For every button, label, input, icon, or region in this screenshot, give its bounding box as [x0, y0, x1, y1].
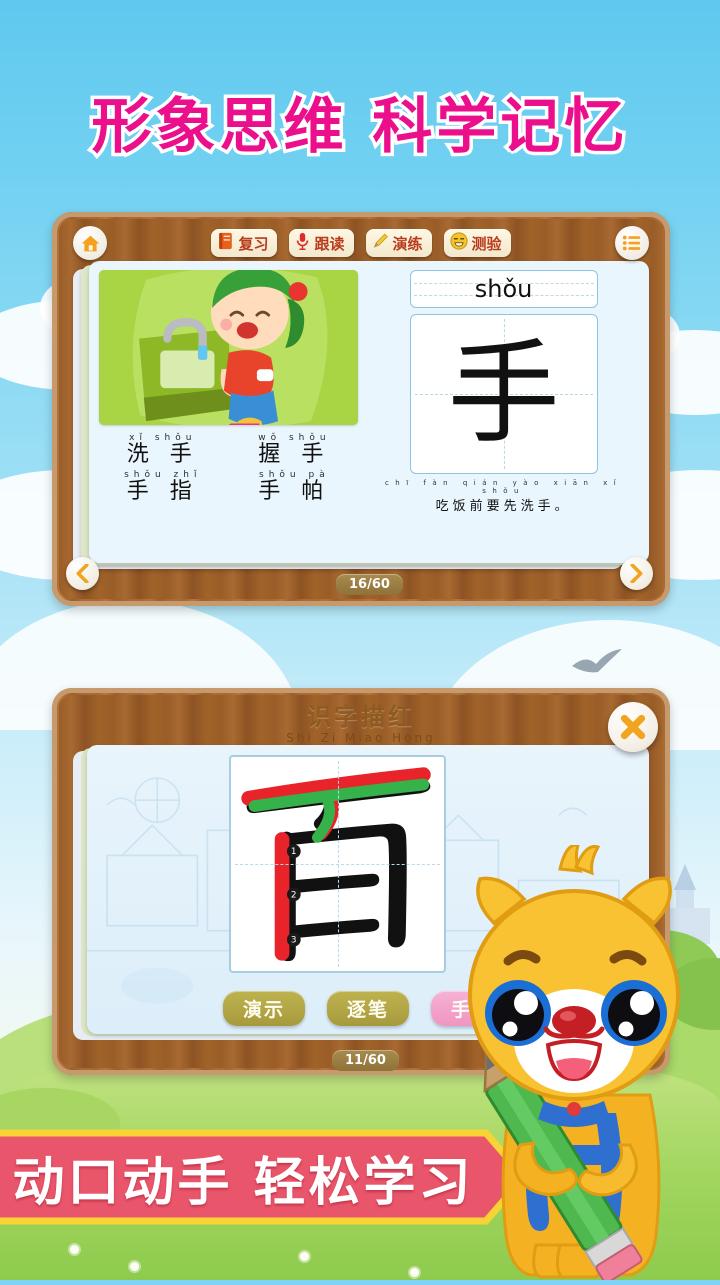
- pinyin-text: shǒu: [474, 275, 533, 303]
- tool-button-review[interactable]: 复习: [211, 229, 278, 257]
- study-tool-buttons: 复习 跟读 演练 测验: [107, 229, 615, 257]
- trace-page-counter: 11/60: [332, 1050, 399, 1071]
- demo-button[interactable]: 演示: [222, 991, 305, 1026]
- study-card-stack: xǐ shǒu 洗 手 wǒ shǒu 握 手 shǒu zhǐ 手 指 shǒ…: [73, 261, 649, 573]
- sentence-pinyin: chī fàn qián yào xiān xǐ shǒu: [384, 479, 623, 495]
- study-panel-inner: 复习 跟读 演练 测验 xǐ shǒu 洗 手 wǒ shǒu 握 手 shǒu…: [59, 219, 663, 599]
- study-toolbar: 复习 跟读 演练 测验: [59, 219, 663, 267]
- trace-title-cn: 识字描红: [307, 703, 415, 731]
- stroke-by-stroke-button[interactable]: 逐笔: [326, 991, 409, 1026]
- close-x-icon[interactable]: [608, 702, 658, 752]
- example-sentence: chī fàn qián yào xiān xǐ shǒu 吃饭前要先洗手。: [368, 479, 639, 514]
- book-icon: [217, 232, 234, 254]
- sentence-hanzi: 吃饭前要先洗手。: [435, 499, 572, 514]
- tool-button-quiz-label: 测验: [471, 234, 502, 253]
- vocab-hanzi: 手 指: [126, 479, 199, 505]
- trace-title-pinyin: Shi Zi Miao Hong: [286, 731, 436, 745]
- page-title-top: 形象思维 科学记忆: [88, 89, 629, 166]
- study-card-right: shǒu 手 chī fàn qián yào xiān xǐ shǒu 吃饭前…: [358, 270, 639, 554]
- study-card-left: xǐ shǒu 洗 手 wǒ shǒu 握 手 shǒu zhǐ 手 指 shǒ…: [99, 270, 359, 554]
- girl-washing-hands-illustration: [99, 270, 359, 425]
- prev-page-arrow-icon[interactable]: [66, 557, 99, 590]
- list-menu-icon[interactable]: [615, 226, 649, 260]
- smiley-face-icon: [449, 232, 468, 254]
- tool-button-practice[interactable]: 演练: [365, 229, 432, 257]
- svg-text:1: 1: [291, 847, 297, 857]
- daisy-2: [130, 1262, 139, 1271]
- home-icon[interactable]: [73, 226, 107, 260]
- character-display-box[interactable]: 手: [409, 314, 598, 474]
- target-character: 手: [447, 329, 560, 459]
- tool-button-quiz[interactable]: 测验: [443, 229, 511, 257]
- study-panel: 复习 跟读 演练 测验 xǐ shǒu 洗 手 wǒ shǒu 握 手 shǒu…: [52, 212, 670, 606]
- vocab-item[interactable]: shǒu pà 手 帕: [231, 470, 359, 504]
- trace-header: 识字描红 Shi Zi Miao Hong: [59, 695, 663, 747]
- microphone-icon: [295, 232, 310, 254]
- next-page-arrow-icon[interactable]: [620, 557, 653, 590]
- yellow-bear-mascot-with-pencil: [440, 843, 720, 1284]
- vocab-item[interactable]: shǒu zhǐ 手 指: [99, 470, 227, 504]
- vocab-hanzi: 洗 手: [126, 442, 199, 467]
- svg-text:3: 3: [291, 936, 297, 946]
- daisy-1: [70, 1245, 79, 1254]
- daisy-4: [410, 1268, 419, 1277]
- pinyin-display-box: shǒu: [409, 270, 598, 308]
- bird-silhouette: [570, 648, 624, 678]
- pencil-icon: [372, 232, 389, 254]
- daisy-3: [300, 1252, 309, 1261]
- tool-button-readalong[interactable]: 跟读: [289, 229, 354, 257]
- vocabulary-list: xǐ shǒu 洗 手 wǒ shǒu 握 手 shǒu zhǐ 手 指 shǒ…: [99, 433, 358, 504]
- tool-button-practice-label: 演练: [392, 234, 423, 253]
- handwriting-canvas[interactable]: 1 2 3: [229, 755, 446, 973]
- vocab-hanzi: 手 帕: [258, 479, 331, 505]
- vocab-item[interactable]: xǐ shǒu 洗 手: [99, 433, 227, 467]
- tool-button-review-label: 复习: [238, 234, 269, 253]
- vocab-hanzi: 握 手: [258, 442, 331, 467]
- tool-button-readalong-label: 跟读: [314, 234, 345, 253]
- study-card: xǐ shǒu 洗 手 wǒ shǒu 握 手 shǒu zhǐ 手 指 shǒ…: [89, 261, 649, 563]
- vocab-item[interactable]: wǒ shǒu 握 手: [231, 433, 359, 467]
- study-page-counter: 16/60: [336, 574, 403, 595]
- svg-text:2: 2: [291, 890, 297, 900]
